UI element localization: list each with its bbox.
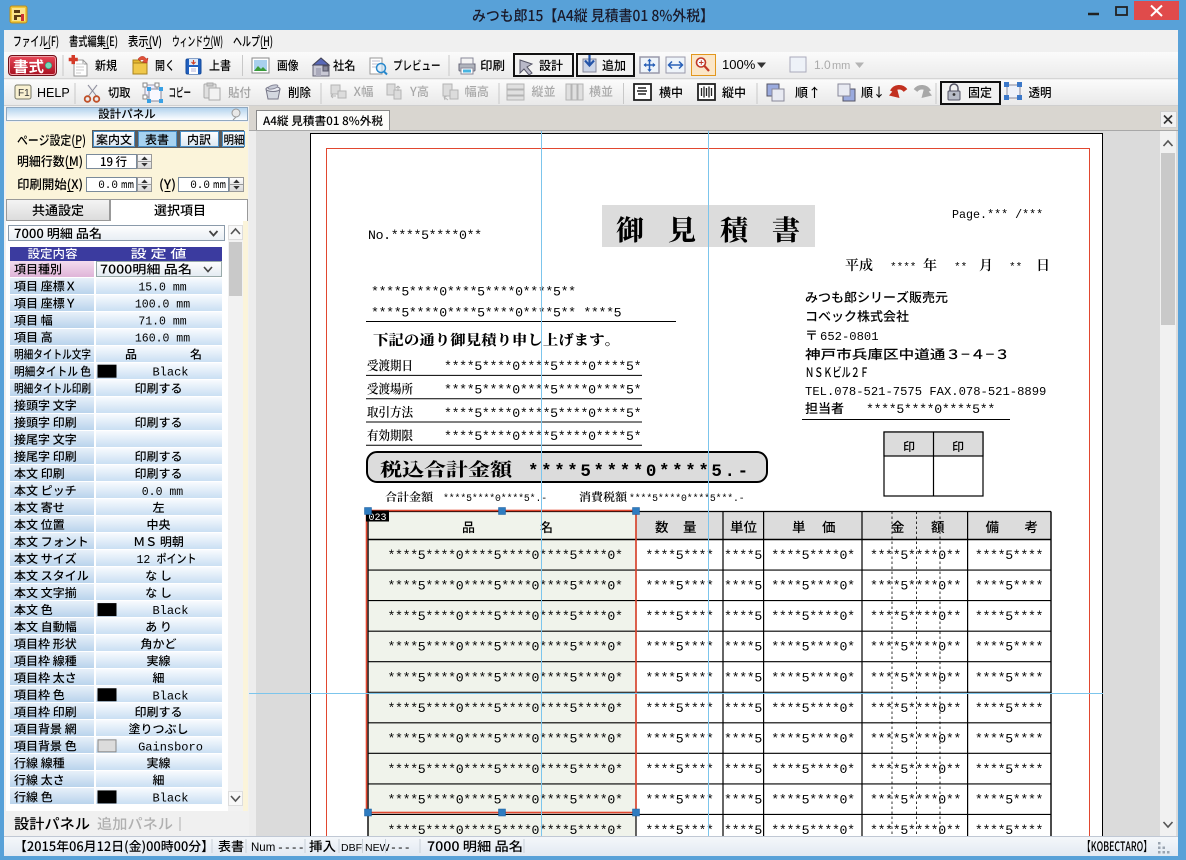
svg-text:****5****: ****5****	[975, 762, 1043, 777]
svg-text:12: 12	[137, 554, 151, 567]
svg-text:****5****0****5.-: ****5****0****5.-	[528, 462, 751, 482]
svg-text:****5****0****5****0****5****0: ****5****0****5****0****5****0*	[387, 640, 622, 655]
svg-text:****5****: ****5****	[975, 823, 1043, 838]
svg-text:Black: Black	[152, 366, 188, 380]
svg-text:****5****0*: ****5****0*	[771, 701, 854, 716]
svg-text:****5****: ****5****	[645, 762, 713, 777]
svg-text:****5****0*: ****5****0*	[771, 609, 854, 624]
svg-text:****5****: ****5****	[975, 670, 1043, 685]
svg-text:100%: 100%	[722, 57, 756, 72]
svg-text:****5****0****5****0****5****0: ****5****0****5****0****5****0*	[387, 731, 622, 746]
svg-text:****5****: ****5****	[975, 792, 1043, 807]
svg-text:****5****: ****5****	[975, 731, 1043, 746]
svg-text:****5****0**: ****5****0**	[870, 640, 961, 655]
svg-text:****5****0*: ****5****0*	[771, 823, 854, 838]
svg-text:****5****0**: ****5****0**	[870, 762, 961, 777]
svg-text:****5: ****5	[724, 670, 762, 685]
svg-text:100.0 mm: 100.0 mm	[135, 299, 190, 312]
svg-text:****5: ****5	[724, 701, 762, 716]
svg-text:160.0 mm: 160.0 mm	[135, 333, 190, 346]
svg-text:****5****: ****5****	[645, 548, 713, 563]
svg-text:****5****0*: ****5****0*	[771, 579, 854, 594]
svg-text:F1: F1	[18, 88, 30, 99]
svg-text:Page.*** /***: Page.*** /***	[952, 208, 1043, 222]
svg-text:****5****0****5****0****5*: ****5****0****5****0****5*	[444, 406, 641, 421]
svg-text:****5****: ****5****	[975, 640, 1043, 655]
svg-text:Black: Black	[152, 791, 188, 805]
svg-text:mm: mm	[832, 60, 850, 72]
svg-text:****5****: ****5****	[645, 640, 713, 655]
svg-text:****5****0*: ****5****0*	[771, 640, 854, 655]
svg-text:****5****0****5****0****5****0: ****5****0****5****0****5****0*	[387, 579, 622, 594]
svg-text:****5****0****5****0****5****0: ****5****0****5****0****5****0*	[387, 792, 622, 807]
svg-text:****5: ****5	[724, 762, 762, 777]
svg-text:****5****: ****5****	[645, 670, 713, 685]
svg-text:****5****0*: ****5****0*	[771, 792, 854, 807]
svg-text:****5****0**: ****5****0**	[870, 579, 961, 594]
svg-text:****5****0**: ****5****0**	[870, 731, 961, 746]
svg-text:****5****: ****5****	[645, 701, 713, 716]
svg-text:Num: Num	[251, 842, 275, 854]
svg-text:**: **	[954, 262, 967, 274]
svg-text:****5****: ****5****	[645, 792, 713, 807]
svg-text:****5****0*: ****5****0*	[771, 548, 854, 563]
svg-text:****5****0****5****0****5*: ****5****0****5****0****5*	[444, 429, 641, 444]
svg-text:****5****0**: ****5****0**	[870, 701, 961, 716]
svg-text:****5****0****5****0****5**: ****5****0****5****0****5**	[371, 285, 576, 300]
svg-text:652-0801: 652-0801	[820, 330, 879, 344]
svg-text:HELP: HELP	[37, 86, 70, 100]
svg-text:****5****: ****5****	[975, 701, 1043, 716]
svg-text:TEL.078-521-7575 FAX.078-521-: TEL.078-521-7575 FAX.078-521-8899	[805, 385, 1046, 399]
svg-text:****5****0****5****0****5*: ****5****0****5****0****5*	[444, 359, 641, 374]
svg-text:****5****: ****5****	[645, 609, 713, 624]
svg-text:---: ---	[390, 842, 411, 855]
svg-text:****5: ****5	[724, 792, 762, 807]
svg-text:****5****0*: ****5****0*	[771, 731, 854, 746]
svg-text:****5****0**: ****5****0**	[870, 792, 961, 807]
svg-text:****5****0****5***.-: ****5****0****5***.-	[629, 493, 745, 504]
svg-text:71.0 mm: 71.0 mm	[138, 316, 186, 329]
svg-text:****5****0****5****0****5****0: ****5****0****5****0****5****0*	[387, 701, 622, 716]
svg-text:****5****0****5****0****5****0: ****5****0****5****0****5****0*	[387, 609, 622, 624]
svg-text:No.****5****0**: No.****5****0**	[368, 228, 482, 243]
svg-text:****5****: ****5****	[975, 609, 1043, 624]
svg-text:****5****: ****5****	[645, 731, 713, 746]
svg-text:****5****0****5****0****5****0: ****5****0****5****0****5****0*	[387, 762, 622, 777]
svg-text:Gainsboro: Gainsboro	[138, 740, 203, 754]
svg-text:****5****: ****5****	[975, 579, 1043, 594]
svg-text:**: **	[1009, 262, 1022, 274]
svg-text:Black: Black	[152, 604, 188, 618]
svg-text:****5: ****5	[724, 823, 762, 838]
svg-text:15.0 mm: 15.0 mm	[138, 282, 186, 295]
svg-text:****5****: ****5****	[975, 548, 1043, 563]
svg-text:----: ----	[277, 842, 305, 855]
svg-text:DBF: DBF	[341, 842, 362, 854]
svg-text:****5****0****5**: ****5****0****5**	[866, 402, 995, 417]
svg-text:0.0: 0.0	[190, 180, 210, 192]
svg-text:****5****0*: ****5****0*	[771, 762, 854, 777]
svg-text:****5: ****5	[724, 640, 762, 655]
svg-text:****5****0****5*.-: ****5****0****5*.-	[443, 493, 547, 504]
svg-text:****5****0**: ****5****0**	[870, 548, 961, 563]
svg-text:****5: ****5	[724, 579, 762, 594]
svg-text:0.0: 0.0	[98, 180, 118, 192]
svg-text:****5: ****5	[724, 731, 762, 746]
svg-text:****5****: ****5****	[645, 823, 713, 838]
svg-text:****5****0****5****0****5****0: ****5****0****5****0****5****0*	[387, 670, 622, 685]
svg-text:****5****0****5****0****5*: ****5****0****5****0****5*	[444, 383, 641, 398]
svg-text:****5****0****5****0****5**: ****5****0****5****0****5** ****5	[371, 306, 622, 321]
svg-text:****5: ****5	[724, 609, 762, 624]
svg-text:****5****0****5****0****5****0: ****5****0****5****0****5****0*	[387, 823, 622, 838]
svg-text:****5****0****5****0****5****0: ****5****0****5****0****5****0*	[387, 548, 622, 563]
svg-text:Black: Black	[152, 689, 188, 703]
svg-text:****5****0**: ****5****0**	[870, 670, 961, 685]
svg-text:1.0: 1.0	[814, 58, 831, 72]
svg-text:****5****0**: ****5****0**	[870, 609, 961, 624]
svg-text:****5****0*: ****5****0*	[771, 670, 854, 685]
svg-text:****5****: ****5****	[645, 579, 713, 594]
svg-text:****: ****	[890, 262, 916, 274]
svg-text:****5: ****5	[724, 548, 762, 563]
svg-text:0.0 mm: 0.0 mm	[142, 486, 184, 499]
svg-text:****5****0**: ****5****0**	[870, 823, 961, 838]
